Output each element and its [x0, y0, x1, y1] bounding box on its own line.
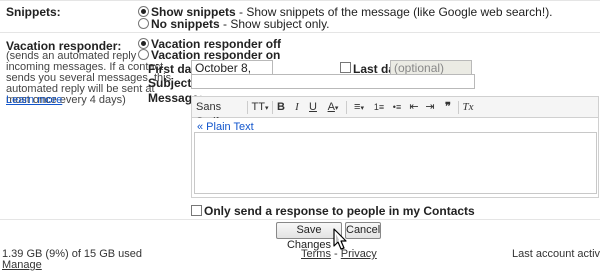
- toolbar-divider: [458, 101, 459, 114]
- text-color-glyph: A: [327, 101, 335, 113]
- no-snippets-desc: - Show subject only.: [223, 17, 330, 31]
- message-body[interactable]: [194, 132, 597, 194]
- privacy-link[interactable]: Privacy: [341, 248, 377, 260]
- toolbar-divider: [247, 101, 248, 114]
- remove-formatting-icon[interactable]: Tx: [460, 100, 476, 115]
- numbered-list-icon[interactable]: 1≡: [371, 100, 387, 115]
- toolbar-divider: [272, 101, 273, 114]
- font-family-select[interactable]: Sans Serif ▾: [196, 100, 246, 128]
- top-separator: [0, 0, 600, 1]
- bold-icon[interactable]: B: [275, 100, 287, 115]
- chevron-down-icon: ▾: [264, 105, 269, 112]
- contacts-only-checkbox[interactable]: [191, 205, 202, 216]
- footer-links: Terms - Privacy: [301, 248, 377, 260]
- manage-storage-link[interactable]: Manage: [2, 259, 42, 271]
- bulleted-list-icon[interactable]: •≡: [389, 100, 405, 115]
- snippets-label: Snippets:: [6, 5, 61, 19]
- indent-more-icon[interactable]: ⇥: [423, 100, 437, 115]
- font-size-glyph: TT: [251, 101, 265, 113]
- terms-link[interactable]: Terms: [301, 248, 331, 260]
- first-day-input[interactable]: October 8, 2015: [191, 60, 273, 86]
- subject-label: Subject:: [148, 76, 196, 90]
- vacation-off-radio[interactable]: [138, 38, 149, 49]
- chevron-down-icon: ▾: [334, 105, 339, 112]
- indent-less-icon[interactable]: ⇤: [407, 100, 421, 115]
- font-size-icon[interactable]: TT▾: [250, 100, 270, 115]
- text-color-icon[interactable]: A▾: [323, 100, 343, 115]
- snippets-separator: [0, 32, 600, 33]
- learn-more-link[interactable]: Learn more: [6, 94, 62, 106]
- footer-dash: -: [334, 248, 338, 260]
- message-editor[interactable]: « Plain Text: [191, 118, 599, 198]
- no-snippets-option[interactable]: No snippets - Show subject only.: [151, 17, 330, 31]
- italic-icon[interactable]: I: [291, 100, 303, 115]
- underline-icon[interactable]: U: [307, 100, 319, 115]
- last-day-checkbox[interactable]: [340, 62, 351, 73]
- no-snippets-label: No snippets: [151, 17, 220, 31]
- vacation-separator: [0, 219, 600, 220]
- subject-input[interactable]: [191, 74, 475, 89]
- contacts-only-label: Only send a response to people in my Con…: [204, 204, 475, 218]
- quote-icon[interactable]: ❞: [441, 100, 455, 115]
- no-snippets-radio[interactable]: [138, 18, 149, 29]
- last-day-input[interactable]: (optional): [390, 60, 472, 75]
- show-snippets-radio[interactable]: [138, 6, 149, 17]
- chevron-down-icon: ▾: [360, 105, 364, 112]
- last-account-activity: Last account activi: [512, 248, 600, 260]
- align-icon[interactable]: ≡▾: [349, 100, 369, 115]
- toolbar-divider: [346, 101, 347, 114]
- formatting-toolbar: Sans Serif ▾ TT▾ B I U A▾ ≡▾ 1≡ •≡ ⇤ ⇥ ❞…: [191, 96, 599, 128]
- vacation-on-radio[interactable]: [138, 49, 149, 60]
